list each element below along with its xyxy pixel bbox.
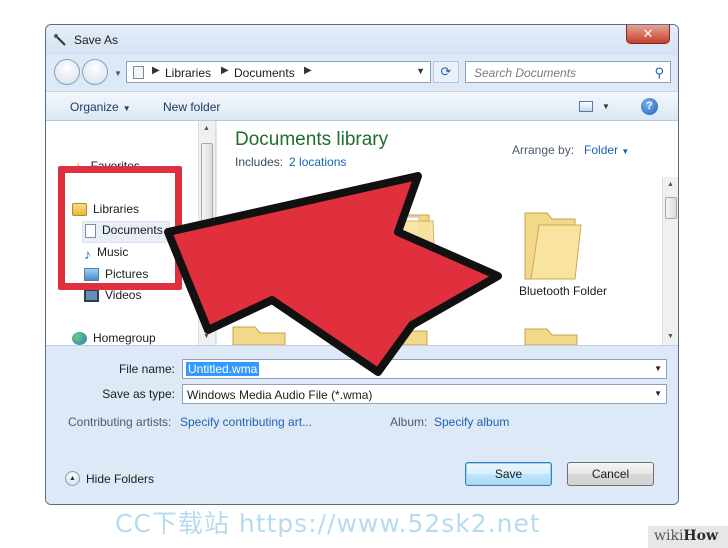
watermark: CC下载站 https://www.52sk2.net (115, 509, 541, 538)
logo-wiki: wiki (654, 528, 684, 544)
pointer-arrow-icon (164, 172, 502, 376)
logo-how: How (683, 528, 719, 544)
wikihow-logo: wikiHow (648, 526, 728, 548)
